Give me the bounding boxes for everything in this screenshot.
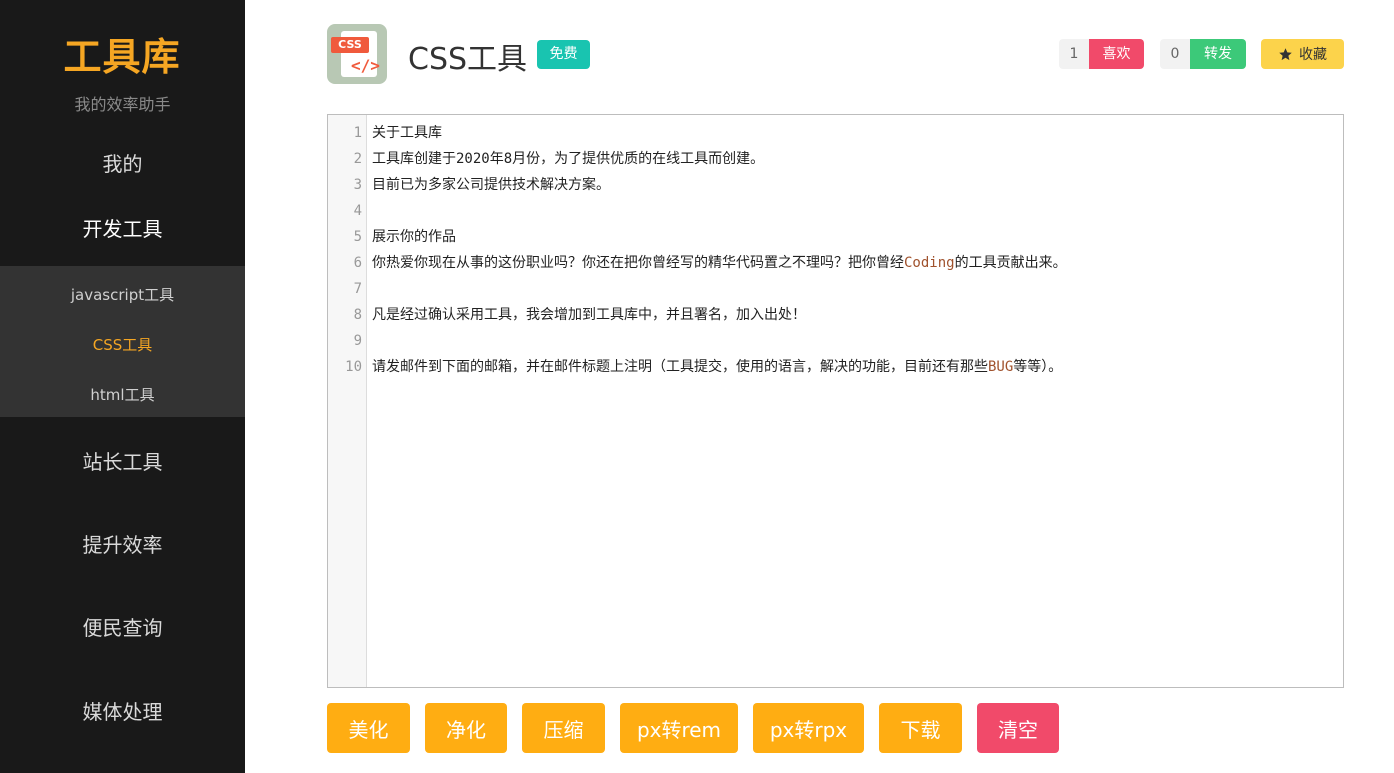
share-count: 0 [1160,39,1190,69]
star-icon [1279,47,1292,60]
line-text: 展示你的作品 [372,224,456,250]
line-text-segment: 关于工具库 [372,125,442,141]
line-text: 你热爱你现在从事的这份职业吗？你还在把你曾经写的精华代码置之不理吗？把你曾经Co… [372,250,1067,276]
nav-item-media[interactable]: 媒体处理 [0,696,245,725]
nav-item-mine[interactable]: 我的 [0,148,245,177]
line-text-segment: 工具库创建于2020年8月份，为了提供优质的在线工具而创建。 [372,151,765,167]
like-label: 喜欢 [1089,39,1144,69]
px-to-rem-button[interactable]: px转rem [620,703,738,753]
subnav-item-html[interactable]: html工具 [0,384,245,405]
line-text-segment: 请发邮件到下面的邮箱，并在邮件标题上注明（工具提交，使用的语言，解决的功能，目前… [372,359,988,375]
subnav-item-css[interactable]: CSS工具 [0,334,245,355]
purify-button[interactable]: 净化 [425,703,507,753]
editor-line[interactable]: 8 凡是经过确认采用工具，我会增加到工具库中，并且署名，加入出处！ [328,302,1343,328]
line-text-segment: 凡是经过确认采用工具，我会增加到工具库中，并且署名，加入出处！ [372,307,806,323]
nav-item-productivity[interactable]: 提升效率 [0,529,245,558]
line-number: 5 [353,229,362,245]
line-text: 请发邮件到下面的邮箱，并在邮件标题上注明（工具提交，使用的语言，解决的功能，目前… [372,354,1062,380]
line-number: 1 [353,125,362,141]
line-number: 7 [353,281,362,297]
download-button[interactable]: 下载 [879,703,962,753]
editor-line[interactable]: 4 [328,198,1343,224]
favorite-button[interactable]: 收藏 [1261,39,1344,69]
free-badge: 免费 [537,40,590,69]
line-text-segment: 的工具贡献出来。 [954,255,1067,271]
share-label: 转发 [1190,39,1246,69]
line-number: 6 [353,255,362,271]
editor-line[interactable]: 9 [328,328,1343,354]
editor-line[interactable]: 7 [328,276,1343,302]
editor-line[interactable]: 6 你热爱你现在从事的这份职业吗？你还在把你曾经写的精华代码置之不理吗？把你曾经C… [328,250,1343,276]
dev-tools-submenu: javascript工具 CSS工具 html工具 [0,266,245,417]
editor-line[interactable]: 1 关于工具库 [328,120,1343,146]
line-text-segment: 你热爱你现在从事的这份职业吗？你还在把你曾经写的精华代码置之不理吗？把你曾经 [372,255,904,271]
editor-line[interactable]: 2 工具库创建于2020年8月份，为了提供优质的在线工具而创建。 [328,146,1343,172]
px-to-rpx-button[interactable]: px转rpx [753,703,864,753]
share-button[interactable]: 0 转发 [1160,39,1246,69]
nav-item-webmaster-tools[interactable]: 站长工具 [0,446,245,475]
nav-item-dev-tools[interactable]: 开发工具 [0,213,245,242]
line-text-segment: 目前已为多家公司提供技术解决方案。 [372,177,610,193]
line-text: 凡是经过确认采用工具，我会增加到工具库中，并且署名，加入出处！ [372,302,806,328]
nav-item-convenience[interactable]: 便民查询 [0,612,245,641]
code-brackets-icon: </> [351,56,380,75]
line-number: 9 [353,333,362,349]
editor-line[interactable]: 3 目前已为多家公司提供技术解决方案。 [328,172,1343,198]
subnav-item-javascript[interactable]: javascript工具 [0,284,245,305]
icon-tag: CSS [331,37,369,53]
page-title: CSS工具 [408,42,528,77]
line-number: 10 [345,359,362,375]
line-text-segment: 等等）。 [1013,359,1063,375]
line-text-segment: 展示你的作品 [372,229,456,245]
line-text: 工具库创建于2020年8月份，为了提供优质的在线工具而创建。 [372,146,764,172]
like-count: 1 [1059,39,1089,69]
css-file-icon: CSS </> [327,24,387,84]
sidebar: 工具库 我的效率助手 我的 开发工具 javascript工具 CSS工具 ht… [0,0,245,773]
line-text: 目前已为多家公司提供技术解决方案。 [372,172,610,198]
code-editor[interactable]: 1 关于工具库 2 工具库创建于2020年8月份，为了提供优质的在线工具而创建。 3 目前… [327,114,1344,688]
line-text: 关于工具库 [372,120,442,146]
slogan: 我的效率助手 [74,95,171,114]
editor-line[interactable]: 5 展示你的作品 [328,224,1343,250]
favorite-label: 收藏 [1299,47,1327,63]
clear-button[interactable]: 清空 [977,703,1059,753]
compress-button[interactable]: 压缩 [522,703,605,753]
highlighted-keyword: Coding [904,255,955,271]
line-number: 8 [353,307,362,323]
like-button[interactable]: 1 喜欢 [1059,39,1144,69]
beautify-button[interactable]: 美化 [327,703,410,753]
line-number: 3 [353,177,362,193]
editor-line[interactable]: 10 请发邮件到下面的邮箱，并在邮件标题上注明（工具提交，使用的语言，解决的功能，… [328,354,1343,380]
highlighted-keyword: BUG [988,359,1014,375]
line-number: 4 [353,203,362,219]
line-number: 2 [353,151,362,167]
logo[interactable]: 工具库 [60,30,184,79]
